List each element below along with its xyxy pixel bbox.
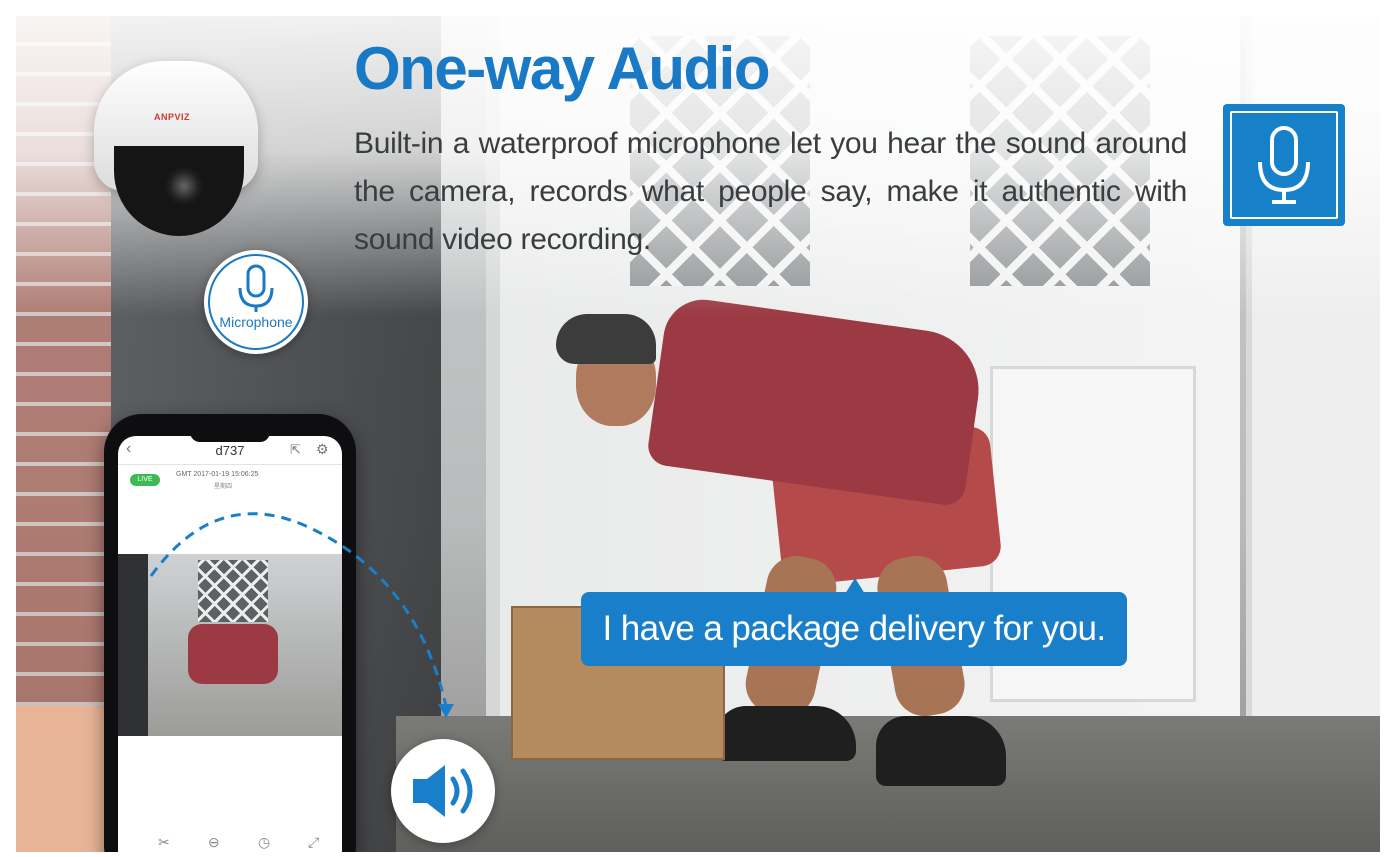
speaker-icon [413, 765, 473, 817]
audio-flow-arrow [149, 512, 454, 718]
hero-banner: One-way Audio Built-in a waterproof micr… [16, 16, 1380, 852]
speaker-badge [391, 739, 495, 843]
speech-bubble-text: I have a package delivery for you. [602, 609, 1107, 648]
speech-bubble: I have a package delivery for you. [581, 578, 1127, 666]
